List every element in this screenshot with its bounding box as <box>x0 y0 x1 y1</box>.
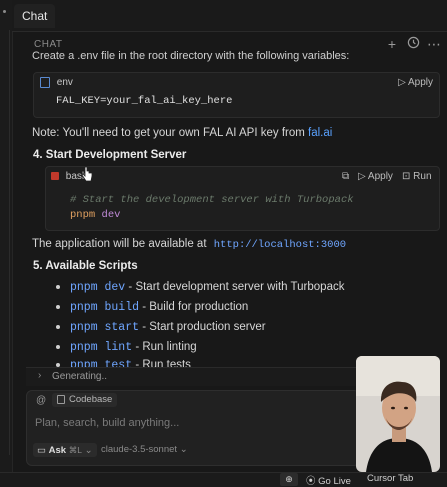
chat-bubble-icon: ▭ <box>37 445 49 456</box>
chevron-right-icon[interactable]: › <box>38 370 41 381</box>
at-mention-icon[interactable]: @ <box>36 395 46 406</box>
step-5-heading: 5. Available Scripts <box>33 260 138 272</box>
run-button[interactable]: ⊡ Run <box>402 171 432 182</box>
code-lang: env <box>56 77 73 88</box>
fal-link[interactable]: fal.ai <box>308 127 332 139</box>
tab-bar <box>12 0 447 32</box>
codebase-icon <box>57 394 65 404</box>
step-4-heading: 4. Start Development Server <box>33 149 187 161</box>
mode-selector[interactable]: ▭ Ask ⌘L ⌄ <box>33 443 97 457</box>
list-item: pnpm build - Build for production <box>56 301 248 314</box>
list-item: pnpm dev - Start development server with… <box>56 281 344 294</box>
history-icon[interactable] <box>405 36 421 52</box>
localhost-url: http://localhost:3000 <box>213 239 347 251</box>
list-item: pnpm lint - Run linting <box>56 341 197 354</box>
more-icon[interactable] <box>3 10 6 13</box>
env-code: FAL_KEY=your_fal_ai_key_here <box>56 95 233 107</box>
chevron-down-icon: ⌄ <box>179 444 188 455</box>
copy-icon[interactable]: ⧉ <box>342 171 349 182</box>
note-paragraph: Note: You'll need to get your own FAL AI… <box>32 127 333 139</box>
codebase-chip[interactable]: Codebase <box>52 393 118 407</box>
zoom-icon[interactable]: ⊕ <box>280 473 298 486</box>
model-selector[interactable]: claude-3.5-sonnet ⌄ <box>101 444 188 455</box>
list-item: pnpm start - Start production server <box>56 321 266 334</box>
cursor-tab-button[interactable]: Cursor Tab <box>367 473 413 484</box>
chevron-down-icon: ⌄ <box>84 445 93 456</box>
play-icon: ▷ <box>398 77 408 88</box>
broadcast-icon: ⦿ <box>306 476 319 487</box>
go-live-button[interactable]: ⦿ Go Live <box>306 473 351 487</box>
plus-icon[interactable]: + <box>384 36 400 52</box>
list-item: pnpm test - Run tests <box>56 359 191 367</box>
file-icon <box>40 76 50 88</box>
apply-button[interactable]: ▷ Apply <box>358 171 393 182</box>
more-icon[interactable]: ⋯ <box>426 36 442 52</box>
play-icon: ▷ <box>358 171 368 182</box>
env-code-block: env ▷ Apply FAL_KEY=your_fal_ai_key_here <box>33 72 440 118</box>
code-comment: # Start the development server with Turb… <box>70 194 354 206</box>
panel-title: CHAT <box>34 39 63 50</box>
bash-code-block: bash ⧉ ▷ Apply ⊡ Run # Start the develop… <box>45 166 440 231</box>
apply-button[interactable]: ▷ Apply <box>398 77 433 88</box>
left-gutter <box>0 0 13 486</box>
mouse-cursor <box>81 166 93 185</box>
tab-chat[interactable]: Chat <box>14 4 56 28</box>
webcam-overlay <box>356 356 440 472</box>
chat-input[interactable] <box>33 414 337 432</box>
availability-paragraph: The application will be available at htt… <box>32 238 347 251</box>
terminal-run-icon: ⊡ <box>402 171 414 182</box>
cut-off-instruction: Create a .env file in the root directory… <box>32 50 350 62</box>
code-command: pnpm dev <box>70 209 121 221</box>
gutter-divider <box>9 30 10 455</box>
generating-status: Generating.. <box>52 371 108 382</box>
terminal-icon <box>51 172 59 181</box>
